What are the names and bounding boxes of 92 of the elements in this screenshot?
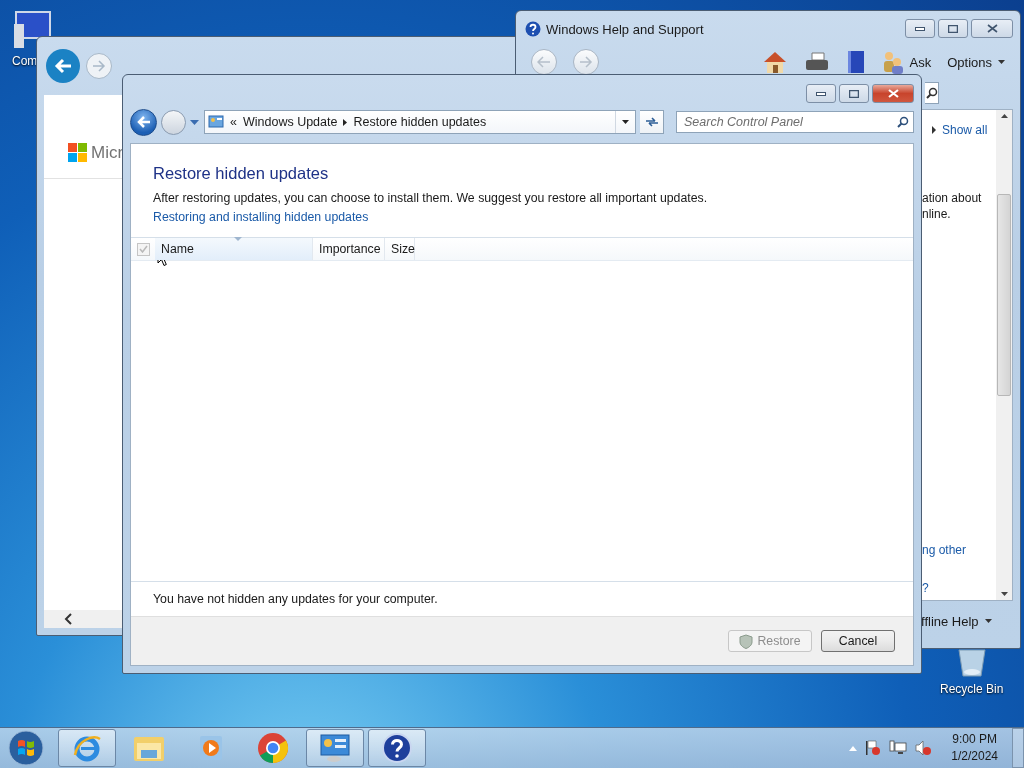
help-icon	[382, 733, 412, 763]
refresh-icon	[644, 116, 659, 128]
caret-icon	[622, 120, 629, 124]
logo-text: Micr	[91, 142, 124, 163]
minimize-icon	[816, 91, 826, 96]
help-text: nline.	[922, 206, 952, 222]
network-icon	[889, 740, 908, 756]
breadcrumb-item[interactable]: Windows Update	[242, 115, 338, 129]
desktop-icon-label[interactable]: Com	[12, 54, 38, 68]
search-field[interactable]	[925, 82, 939, 104]
checkmark-icon	[138, 245, 148, 253]
help-link[interactable]: ?	[922, 580, 996, 596]
caret-icon	[190, 119, 199, 125]
scrollbar-thumb[interactable]	[997, 194, 1011, 396]
column-header[interactable]: Importance	[313, 238, 385, 260]
maximize-icon	[948, 24, 958, 33]
cancel-button[interactable]: Cancel	[821, 630, 895, 652]
column-header[interactable]: Size	[385, 238, 415, 260]
refresh-button[interactable]	[640, 110, 664, 134]
forward-arrow-icon	[92, 60, 106, 72]
maximize-button[interactable]	[938, 19, 968, 38]
sort-arrow-icon	[233, 237, 242, 241]
breadcrumb-overflow[interactable]: «	[230, 115, 237, 129]
close-button[interactable]	[971, 19, 1013, 38]
back-arrow-icon	[54, 58, 72, 74]
scroll-left-icon	[64, 613, 72, 625]
forward-arrow-icon	[579, 56, 593, 68]
scroll-down-icon	[1000, 592, 1008, 596]
browser-icon	[72, 733, 102, 763]
folder-icon	[133, 734, 165, 762]
status-text: You have not hidden any updates for your computer.	[152, 591, 439, 608]
people-icon	[881, 50, 904, 74]
start-button[interactable]	[6, 728, 46, 768]
expand-arrow-icon	[932, 126, 936, 134]
chevron-right-icon	[343, 118, 348, 126]
help-text: ation about	[922, 190, 983, 206]
forward-button[interactable]	[573, 49, 599, 75]
search-icon	[926, 87, 938, 99]
back-arrow-icon	[537, 56, 551, 68]
back-button[interactable]	[46, 49, 80, 83]
maximize-icon	[849, 89, 859, 98]
media-player-icon	[198, 734, 224, 762]
caret-icon	[998, 60, 1005, 64]
minimize-button[interactable]	[905, 19, 935, 38]
horizontal-scrollbar[interactable]	[44, 610, 122, 628]
help-link[interactable]: ng other	[922, 542, 996, 558]
minimize-icon	[915, 26, 925, 31]
desktop-icon-label[interactable]: Recycle Bin	[940, 682, 1004, 696]
ask-button[interactable]: Ask	[881, 50, 932, 74]
flag-error-icon	[865, 740, 882, 756]
close-icon	[887, 89, 899, 98]
options-button[interactable]: Options	[947, 54, 1005, 70]
taskbar-app-button[interactable]	[368, 729, 426, 767]
caret-icon	[984, 619, 992, 623]
search-icon	[897, 116, 909, 128]
page-heading: Restore hidden updates	[153, 164, 330, 183]
control-panel-icon	[319, 733, 351, 763]
taskbar-app-button[interactable]	[306, 729, 364, 767]
book-icon[interactable]	[845, 50, 866, 74]
history-dropdown[interactable]	[190, 119, 200, 125]
recycle-bin-icon	[955, 648, 988, 678]
column-header[interactable]: Name	[155, 238, 313, 260]
vertical-scrollbar[interactable]	[996, 110, 1012, 600]
offline-help-button[interactable]: ffline Help	[921, 613, 992, 629]
minimize-button[interactable]	[806, 84, 836, 103]
control-panel-icon	[208, 114, 224, 130]
windows-logo-icon	[68, 143, 87, 162]
maximize-button[interactable]	[839, 84, 869, 103]
help-link[interactable]: Show all	[932, 122, 996, 138]
caret-up-icon	[849, 745, 858, 751]
close-button[interactable]	[872, 84, 914, 103]
close-icon	[986, 24, 998, 33]
clock[interactable]: 9:00 PM 1/2/2024	[951, 731, 998, 765]
window-title: Windows Help and Support	[546, 21, 704, 37]
action-center-button[interactable]	[865, 740, 882, 756]
chrome-icon	[257, 732, 289, 764]
shield-icon	[739, 633, 754, 649]
search-field[interactable]: Search Control Panel	[676, 111, 914, 133]
back-button[interactable]	[531, 49, 557, 75]
description-text: After restoring updates, you can choose to install them. We suggest you restore all important updates.	[153, 191, 709, 205]
back-button[interactable]	[130, 108, 157, 136]
printer-icon[interactable]	[803, 51, 830, 73]
speaker-muted-icon	[915, 740, 934, 756]
help-link[interactable]: Restoring and installing hidden updates	[153, 210, 369, 224]
scroll-up-icon	[1000, 114, 1008, 118]
address-bar[interactable]: « Windows Update Restore hidden updates	[204, 110, 636, 134]
back-arrow-icon	[136, 116, 151, 128]
volume-button[interactable]	[915, 740, 934, 756]
breadcrumb-item[interactable]: Restore hidden updates	[353, 115, 487, 129]
windows-logo-icon	[8, 730, 44, 766]
network-button[interactable]	[889, 740, 908, 756]
help-icon	[525, 21, 541, 37]
